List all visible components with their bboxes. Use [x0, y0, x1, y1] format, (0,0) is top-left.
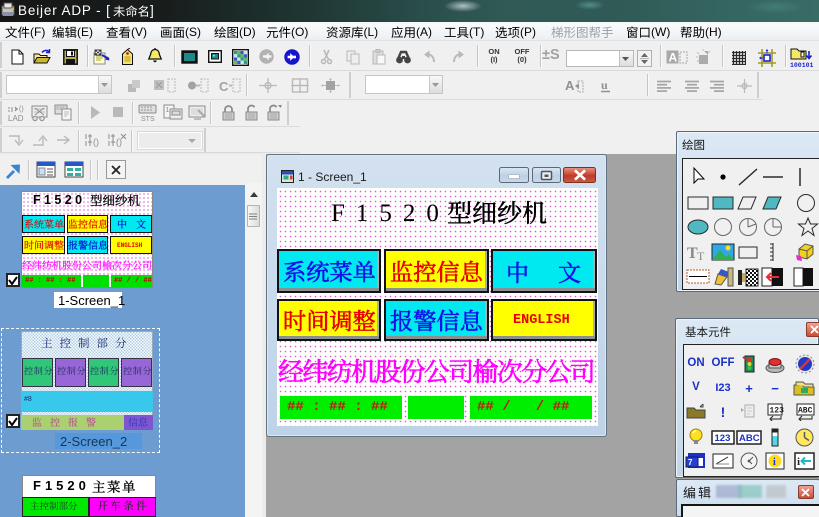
svg-text:1: 1	[166, 107, 170, 114]
svg-text:LAD: LAD	[8, 114, 24, 122]
svg-text:100101: 100101	[790, 62, 814, 67]
svg-text:(): ()	[19, 106, 24, 113]
svg-text:A: A	[565, 78, 575, 93]
svg-text:7: 7	[688, 458, 693, 467]
svg-text:T: T	[697, 249, 705, 263]
svg-text:(): ()	[93, 137, 99, 147]
svg-text:i: i	[797, 456, 800, 468]
svg-text:C: C	[219, 79, 229, 93]
svg-text:ABC: ABC	[798, 407, 813, 416]
svg-text:ABC: ABC	[739, 433, 760, 444]
svg-text:i: i	[773, 457, 776, 468]
svg-text:u: u	[601, 78, 608, 92]
svg-text:123: 123	[770, 407, 785, 416]
svg-text:123: 123	[715, 433, 731, 444]
svg-text:A: A	[669, 51, 678, 65]
svg-text:STS: STS	[141, 116, 155, 122]
